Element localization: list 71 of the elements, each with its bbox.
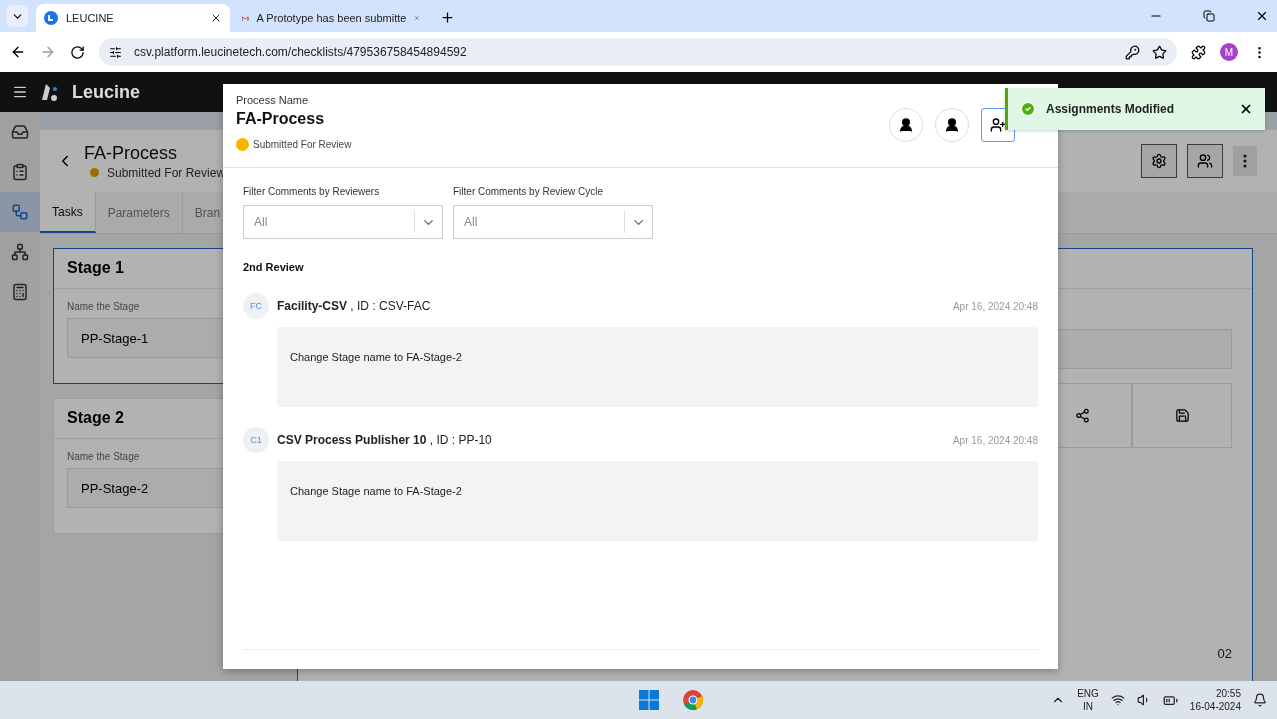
users-button[interactable] <box>1187 144 1223 178</box>
restore-icon[interactable] <box>1203 10 1215 22</box>
toast-message: Assignments Modified <box>1046 102 1175 116</box>
flow-icon <box>11 203 29 221</box>
settings-icon <box>1151 153 1167 169</box>
key-icon[interactable] <box>1125 44 1140 60</box>
tab-title: A Prototype has been submitte <box>256 12 407 24</box>
close-icon[interactable] <box>1255 9 1269 23</box>
extensions-icon[interactable] <box>1191 44 1206 60</box>
add-person-icon <box>990 117 1006 133</box>
save-icon <box>1174 408 1190 423</box>
task-number: 02 <box>1217 646 1232 661</box>
checklist-icon <box>11 163 29 181</box>
address-bar[interactable]: csv.platform.leucinetech.com/checklists/479536758454894592 <box>99 38 1177 66</box>
filter-select[interactable]: All <box>243 205 443 239</box>
field-label: Name the Stage <box>67 451 140 462</box>
close-icon[interactable] <box>1239 102 1253 116</box>
status-dot <box>90 168 99 177</box>
browser-icon[interactable] <box>681 689 704 711</box>
branch-icon <box>1074 408 1090 423</box>
comment-text: Change Stage name to FA-Stage-2 <box>277 327 1038 407</box>
brand-name: Leucine <box>72 81 141 103</box>
more-icon <box>1243 154 1247 168</box>
person-icon <box>898 117 914 133</box>
person-icon <box>944 117 960 133</box>
user-avatar: C1 <box>243 427 269 453</box>
stage-title: Stage 1 <box>67 259 124 277</box>
sidebar-item[interactable] <box>0 192 40 232</box>
status-dot <box>236 138 249 151</box>
clock[interactable]: 20:55 16-04-2024 <box>1189 686 1241 714</box>
comment-text: Change Stage name to FA-Stage-2 <box>277 461 1038 541</box>
report-icon <box>11 283 29 301</box>
inbox-icon <box>11 123 29 141</box>
reload-icon[interactable] <box>70 44 85 60</box>
reviewer-button[interactable] <box>889 108 923 142</box>
language-indicator[interactable]: ENG IN <box>1077 686 1099 714</box>
back-icon[interactable] <box>10 44 26 60</box>
page-title: FA-Process <box>84 142 178 164</box>
filter-label: Filter Comments by Reviewers <box>243 186 381 197</box>
url-text: csv.platform.leucinetech.com/checklists/479536758454894592 <box>134 45 468 59</box>
site-settings-icon[interactable] <box>109 45 122 59</box>
tab-title: LEUCINE <box>66 12 115 24</box>
bookmark-icon[interactable] <box>1152 44 1167 60</box>
wifi-icon[interactable] <box>1110 693 1125 707</box>
profile-avatar[interactable]: M <box>1220 43 1238 61</box>
leucine-favicon-icon <box>44 11 58 25</box>
process-name-label: Process Name <box>236 94 309 106</box>
success-icon <box>1020 101 1036 117</box>
browser-tab[interactable]: LEUCINE <box>36 4 230 32</box>
comment-time: Apr 16, 2024 20:48 <box>952 300 1038 312</box>
filter-label: Filter Comments by Review Cycle <box>453 186 605 197</box>
windows-start-icon[interactable] <box>638 690 659 710</box>
forward-icon[interactable] <box>40 44 56 60</box>
new-tab-icon[interactable] <box>440 10 455 25</box>
comment-time: Apr 16, 2024 20:48 <box>952 434 1038 446</box>
close-icon[interactable] <box>210 12 222 24</box>
field-label: Name the Stage <box>67 301 140 312</box>
process-title: FA-Process <box>236 110 325 128</box>
stage-title: Stage 2 <box>67 409 124 427</box>
tab-list-button[interactable] <box>6 5 28 27</box>
user-avatar: FC <box>243 293 269 319</box>
reviewer-button[interactable] <box>935 108 969 142</box>
status-text: Submitted For Review <box>253 139 352 150</box>
page-tab[interactable]: Tasks <box>40 192 96 233</box>
browser-tab[interactable]: A Prototype has been submitte <box>234 4 428 32</box>
notification-icon[interactable] <box>1253 693 1267 707</box>
hierarchy-icon <box>11 243 29 261</box>
settings-button[interactable] <box>1141 144 1177 178</box>
menu-icon[interactable] <box>12 84 28 100</box>
users-icon <box>1197 153 1213 169</box>
filter-select[interactable]: All <box>453 205 653 239</box>
